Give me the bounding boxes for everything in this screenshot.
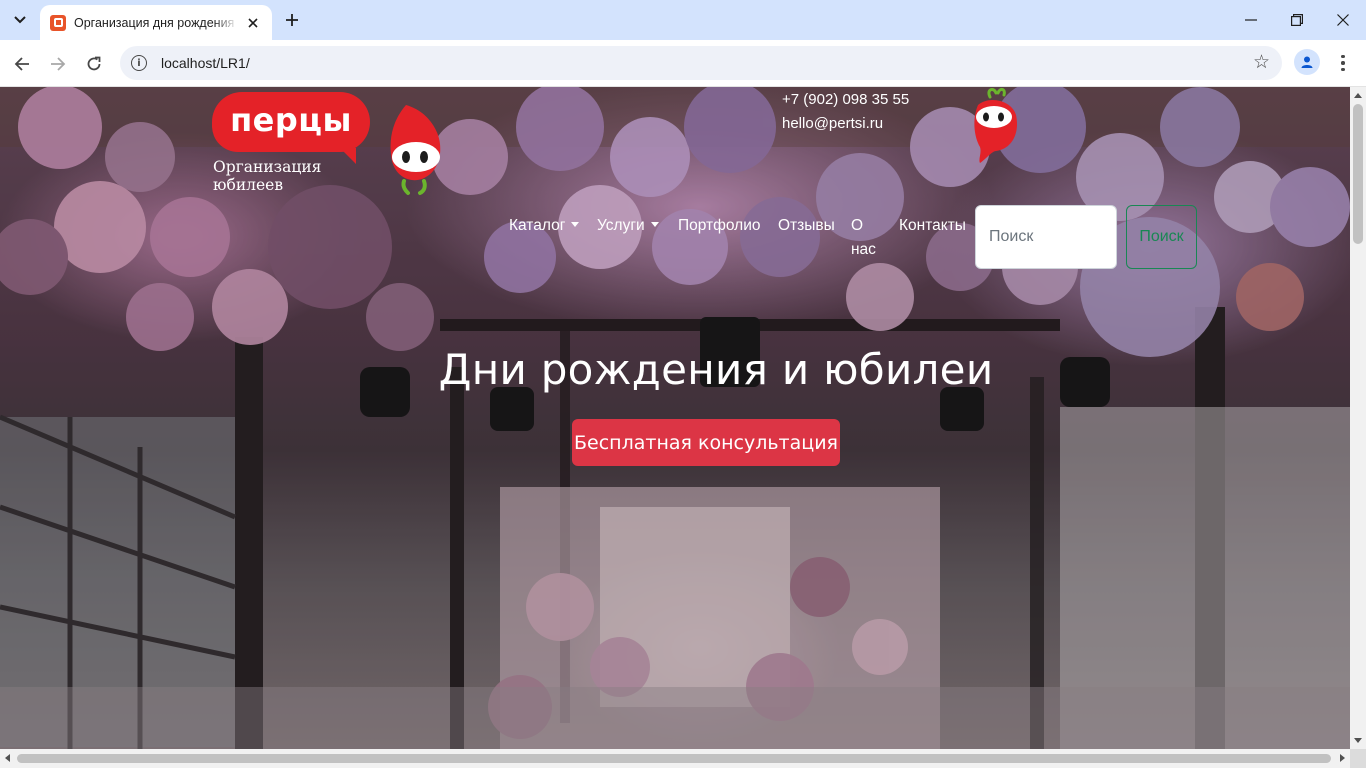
url-text: localhost/LR1/ [161,55,250,71]
minimize-icon[interactable] [1228,0,1274,40]
browser-tab[interactable]: Организация дня рождения и юбилея [40,5,272,40]
scroll-right-arrow-icon[interactable] [1340,754,1345,762]
nav-contacts[interactable]: Контакты [899,214,966,238]
restore-icon[interactable] [1274,0,1320,40]
site-info-icon[interactable]: i [131,55,147,71]
vertical-scrollbar[interactable] [1350,87,1366,749]
dropdown-caret-icon [650,222,659,227]
vertical-scroll-thumb[interactable] [1353,104,1363,244]
profile-avatar-icon[interactable] [1294,49,1320,75]
site-logo[interactable]: перцы [212,92,370,164]
horizontal-scroll-thumb[interactable] [17,754,1331,763]
hero-dim-overlay [0,87,1350,749]
bookmark-star-icon[interactable]: ☆ [1253,53,1270,73]
nav-catalog-label: Каталог [509,217,566,234]
nav-about[interactable]: О нас [851,214,887,262]
close-tab-icon[interactable] [244,14,262,32]
tab-bar: Организация дня рождения и юбилея [0,0,1366,40]
search-input[interactable]: Поиск [975,205,1117,269]
free-consultation-button[interactable]: Бесплатная консультация [572,419,840,466]
nav-reviews[interactable]: Отзывы [778,214,835,238]
scroll-down-arrow-icon[interactable] [1354,738,1362,743]
close-window-icon[interactable] [1320,0,1366,40]
logo-text: перцы [230,101,352,139]
horizontal-scrollbar[interactable] [0,749,1350,768]
dropdown-caret-icon [571,222,580,227]
back-arrow-icon[interactable] [8,50,36,78]
pepper-mascot-icon [390,105,441,195]
hero-title: Дни рождения и юбилеи [438,345,994,394]
search-button[interactable]: Поиск [1126,205,1197,269]
logo-tagline: Организация юбилеев [213,158,322,194]
browser-menu-icon[interactable] [1334,49,1352,77]
nav-services-label: Услуги [597,217,645,234]
tab-search-chevron-icon[interactable] [6,6,34,34]
new-tab-plus-icon[interactable] [280,8,304,32]
reload-icon[interactable] [80,50,108,78]
nav-portfolio[interactable]: Портфолио [678,214,761,238]
scroll-left-arrow-icon[interactable] [5,754,10,762]
pepper-mascot-small-icon [974,87,1018,163]
browser-toolbar: i localhost/LR1/ ☆ [0,40,1366,87]
nav-services[interactable]: Услуги [597,214,659,238]
page-viewport: перцы Организация юбилеев +7 (902) 098 3… [0,87,1350,749]
scroll-up-arrow-icon[interactable] [1354,93,1362,98]
site-favicon-icon [50,14,66,31]
address-bar[interactable]: i localhost/LR1/ ☆ [120,46,1282,80]
nav-catalog[interactable]: Каталог [509,214,580,238]
forward-arrow-icon[interactable] [44,50,72,78]
email-link[interactable]: hello@pertsi.ru [782,115,883,132]
scrollbar-corner [1350,749,1366,768]
tab-title: Организация дня рождения и юбилея [74,15,238,30]
phone-number[interactable]: +7 (902) 098 35 55 [782,91,909,108]
